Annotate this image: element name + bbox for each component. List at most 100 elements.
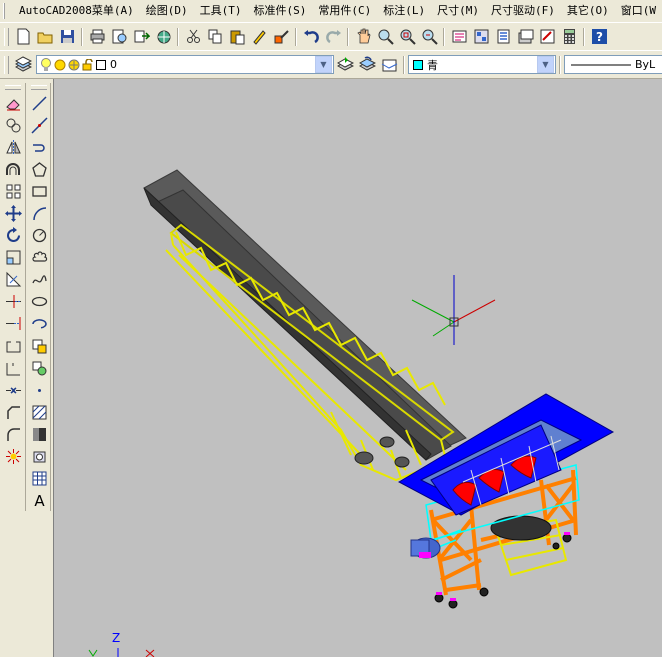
make-current-layer-button[interactable] [334,54,356,76]
zoom-realtime-button[interactable] [374,26,396,48]
calculator-button[interactable] [558,26,580,48]
table-button[interactable] [28,468,50,490]
svg-text:?: ? [596,30,603,44]
linetype-combo[interactable]: ByL [564,55,662,74]
preview-button[interactable] [108,26,130,48]
copy-button[interactable] [204,26,226,48]
standard-toolbar: ? [0,22,662,51]
menu-draw[interactable]: 绘图(D) [140,1,194,21]
extend-button[interactable] [2,313,24,335]
scale-button[interactable] [2,247,24,269]
chevron-down-icon[interactable]: ▼ [315,56,332,73]
spline-button[interactable] [28,269,50,291]
cut-button[interactable] [182,26,204,48]
explode-button[interactable] [2,446,24,468]
toolbar-grip[interactable] [5,85,21,90]
copy-object-button[interactable] [2,114,24,136]
redo-button[interactable] [322,26,344,48]
stretch-button[interactable] [2,269,24,291]
fillet-button[interactable] [2,423,24,445]
undo-icon [303,30,319,44]
break-at-point-button[interactable] [2,357,24,379]
gradient-button[interactable] [28,423,50,445]
drawing-viewport[interactable]: Z [53,79,662,657]
3d-publish-button[interactable] [152,26,174,48]
left-toolbars: A [0,79,52,657]
construction-line-button[interactable] [28,114,50,136]
sheet-set-button[interactable] [514,26,536,48]
zoom-window-button[interactable] [396,26,418,48]
revision-cloud-button[interactable] [28,247,50,269]
open-icon [37,32,52,44]
new-button[interactable] [12,26,34,48]
chevron-down-icon[interactable]: ▼ [537,56,554,73]
move-button[interactable] [2,202,24,224]
menu-dimension-drive[interactable]: 尺寸驱动(F) [485,1,561,21]
undo-button[interactable] [300,26,322,48]
color-combo[interactable]: 青 ▼ [408,55,556,74]
save-button[interactable] [56,26,78,48]
menu-standard-parts[interactable]: 标准件(S) [248,1,313,21]
extend-icon [5,317,20,331]
layer-states-button[interactable] [378,54,400,76]
print-button[interactable] [86,26,108,48]
menu-autocad2008[interactable]: AutoCAD2008菜单(A) [13,1,140,21]
toolbar-grip[interactable] [31,85,47,90]
open-button[interactable] [34,26,56,48]
match-properties-button[interactable] [248,26,270,48]
tool-palettes-button[interactable] [492,26,514,48]
region-button[interactable] [28,446,50,468]
arc-button[interactable] [28,202,50,224]
rectangle-button[interactable] [28,180,50,202]
circle-button[interactable] [28,225,50,247]
menu-grip[interactable] [3,3,5,19]
menu-common-parts[interactable]: 常用件(C) [312,1,377,21]
make-block-button[interactable] [28,357,50,379]
mirror-button[interactable] [2,136,24,158]
insert-block-button[interactable] [28,335,50,357]
polyline-button[interactable] [28,136,50,158]
zoom-previous-button[interactable] [418,26,440,48]
ellipse-button[interactable] [28,291,50,313]
ellipse-arc-button[interactable] [28,313,50,335]
redo-icon [325,30,341,44]
block-editor-button[interactable] [270,26,292,48]
line-button[interactable] [28,92,50,114]
arc-icon [32,207,46,221]
markup-button[interactable] [536,26,558,48]
sheet-set-icon [518,29,533,44]
trim-button[interactable] [2,291,24,313]
color-swatch-icon [96,59,106,70]
new-icon [17,28,29,45]
chamfer-button[interactable] [2,401,24,423]
menu-annotate[interactable]: 标注(L) [377,1,431,21]
erase-button[interactable] [2,92,24,114]
toolbar-grip[interactable] [4,55,9,74]
offset-button[interactable] [2,158,24,180]
array-button[interactable] [2,180,24,202]
design-center-button[interactable] [470,26,492,48]
revision-cloud-icon [31,251,47,262]
layer-manager-button[interactable] [12,54,34,76]
paste-button[interactable] [226,26,248,48]
cut-icon [186,29,200,43]
polygon-button[interactable] [28,158,50,180]
layer-previous-button[interactable] [356,54,378,76]
help-button[interactable]: ? [588,26,610,48]
join-button[interactable] [2,379,24,401]
hatch-button[interactable] [28,401,50,423]
publish-button[interactable] [130,26,152,48]
break-button[interactable] [2,335,24,357]
rotate-button[interactable] [2,225,24,247]
multiline-text-button[interactable]: A [28,490,50,512]
point-button[interactable] [28,379,50,401]
menu-other[interactable]: 其它(O) [561,1,615,21]
layer-combo[interactable]: 0 ▼ [36,55,334,74]
properties-button[interactable] [448,26,470,48]
pan-button[interactable] [352,26,374,48]
menu-tools[interactable]: 工具(T) [194,1,248,21]
mirror-icon [5,139,21,155]
menu-window[interactable]: 窗口(W [615,1,662,21]
menu-dimension[interactable]: 尺寸(M) [431,1,485,21]
toolbar-grip[interactable] [4,27,9,46]
